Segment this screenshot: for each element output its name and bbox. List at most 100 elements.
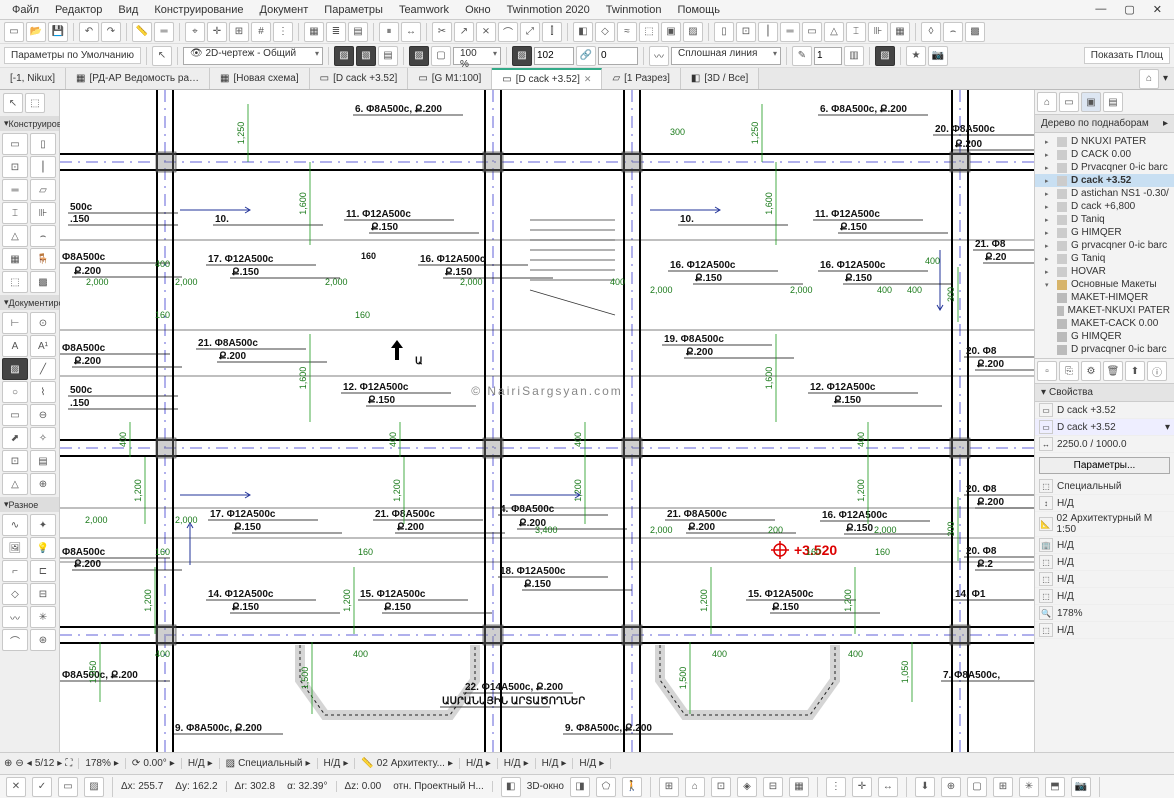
snap3-icon[interactable]: ⊞ [229, 22, 249, 42]
hatch2-icon[interactable]: ▧ [356, 46, 376, 66]
menu-twinmotion[interactable]: Twinmotion [598, 2, 670, 18]
tree-folder[interactable]: ▾Основные Макеты [1035, 278, 1174, 291]
sb-nd5[interactable]: Н/Д [542, 758, 559, 769]
tab-3d[interactable]: ◧[3D / Все] [681, 68, 759, 89]
tset-icon[interactable]: ⚙ [1081, 361, 1101, 381]
tcopy-icon[interactable]: ⎘ [1059, 361, 1079, 381]
radial-tool-icon[interactable]: ⊛ [30, 629, 56, 651]
tdel-icon[interactable]: 🗑 [1103, 361, 1123, 381]
open-icon[interactable]: 📂 [26, 22, 46, 42]
close-icon[interactable]: ✕ [1145, 1, 1170, 18]
sb-nd2[interactable]: Н/Д [324, 758, 341, 769]
tree-subitem[interactable]: G HIMQER [1035, 330, 1174, 343]
page-prev-icon[interactable]: ◂ [27, 758, 32, 769]
section-more[interactable]: ▾Разное [0, 497, 59, 512]
prop-row[interactable]: ⬚Специальный [1035, 478, 1174, 495]
slab-tool-icon[interactable]: ▱ [30, 179, 56, 201]
section-design[interactable]: ▾Конструиров [0, 116, 59, 131]
window-icon[interactable]: ⊡ [736, 22, 756, 42]
fillet-icon[interactable]: ⌒ [498, 22, 518, 42]
tab-gm1[interactable]: ▭[G M1:100] [408, 68, 492, 89]
cb-i5-icon[interactable]: ⊟ [763, 777, 783, 797]
opacity-combo[interactable]: 100 % [453, 47, 501, 65]
nav-home-icon[interactable]: ⌂ [1139, 69, 1159, 89]
fill-tool-icon[interactable]: ▨ [2, 358, 28, 380]
freeform-tool-icon[interactable]: 〰 [2, 606, 28, 628]
corner-tool-icon[interactable]: ⌐ [2, 560, 28, 582]
hatch3-icon[interactable]: ▤ [378, 46, 398, 66]
sb-nd4[interactable]: Н/Д [504, 758, 521, 769]
tree-item[interactable]: ▸D Prvacqner 0-ic barc [1035, 161, 1174, 174]
object-tool-icon[interactable]: 🪑 [30, 248, 56, 270]
zone-tool-icon[interactable]: ⬚ [2, 271, 28, 293]
section-document[interactable]: ▾Документиро [0, 295, 59, 310]
prop-row[interactable]: 🔍178% [1035, 605, 1174, 622]
tree-item[interactable]: ▸D astichan NS1 -0.30/ [1035, 187, 1174, 200]
tab-razrez[interactable]: ▱[1 Разрез] [602, 68, 680, 89]
hotspot-tool-icon[interactable]: ✦ [30, 514, 56, 536]
arrow-sel-icon[interactable]: ↖ [152, 46, 172, 66]
pen-input[interactable] [814, 47, 842, 65]
menu-edit[interactable]: Редактор [47, 2, 110, 18]
tree-subitem[interactable]: D prvacqner 0-ic barc [1035, 343, 1174, 356]
circle-tool-icon[interactable]: ○ [2, 381, 28, 403]
cut-icon[interactable]: ✂ [432, 22, 452, 42]
label-tool-icon[interactable]: A¹ [30, 335, 56, 357]
nav-pub-icon[interactable]: ▤ [1103, 92, 1123, 112]
sb-special[interactable]: Специальный [238, 758, 302, 769]
detail-tool-icon[interactable]: ⊡ [2, 450, 28, 472]
divide-icon[interactable]: ≈ [617, 22, 637, 42]
roof-tool-icon[interactable]: △ [2, 225, 28, 247]
lock-icon[interactable]: 🔗 [576, 46, 596, 66]
tab-novaya[interactable]: ▦[Новая схема] [210, 68, 310, 89]
ie-tool-icon[interactable]: ✧ [30, 427, 56, 449]
prop-row[interactable]: 🏢Н/Д [1035, 537, 1174, 554]
menu-twinmotion2020[interactable]: Twinmotion 2020 [499, 2, 598, 18]
door-tool-icon[interactable]: ▯ [30, 133, 56, 155]
drawing-canvas[interactable]: +3.520 Ա © NairiSargsyan.com 6. Φ8A500c,… [60, 90, 1034, 752]
cb-i6-icon[interactable]: ▦ [789, 777, 809, 797]
intersect-icon[interactable]: ⨯ [476, 22, 496, 42]
solid2-icon[interactable]: ▨ [683, 22, 703, 42]
change-tool-icon[interactable]: △ [2, 473, 28, 495]
parameters-button[interactable]: Параметры... [1039, 457, 1170, 474]
figure-tool-icon[interactable]: 🖼 [2, 537, 28, 559]
maximize-icon[interactable]: ▢ [1116, 1, 1142, 18]
section-tool-icon[interactable]: ⊖ [30, 404, 56, 426]
arc-tool-icon[interactable]: ⌒ [2, 629, 28, 651]
nav-proj-icon[interactable]: ⌂ [1037, 92, 1057, 112]
menu-help[interactable]: Помощь [669, 2, 728, 18]
door-icon[interactable]: ▯ [714, 22, 734, 42]
menu-document[interactable]: Документ [252, 2, 317, 18]
prop-row[interactable]: 📐02 Архитектурный M 1:50 [1035, 512, 1174, 537]
prop-row[interactable]: ⬚Н/Д [1035, 571, 1174, 588]
nav-chevron-icon[interactable]: ▾ [1163, 73, 1168, 84]
mesh-tool-icon[interactable]: ▩ [30, 271, 56, 293]
swatch2-icon[interactable]: ▨ [875, 46, 895, 66]
status-zoom[interactable]: 178% [85, 758, 111, 769]
cube-icon[interactable]: ◧ [573, 22, 593, 42]
roof-icon[interactable]: △ [824, 22, 844, 42]
sb-nd1[interactable]: Н/Д [188, 758, 205, 769]
measure-icon[interactable]: 📏 [132, 22, 152, 42]
hatch1-icon[interactable]: ▨ [334, 46, 354, 66]
wall-tool-icon[interactable]: ▭ [2, 133, 28, 155]
stair-tool-icon[interactable]: ⌶ [2, 202, 28, 224]
prop-row[interactable]: ⬚Н/Д [1035, 622, 1174, 639]
tinfo-icon[interactable]: ⓘ [1147, 361, 1167, 381]
shell-tool-icon[interactable]: ⌢ [30, 225, 56, 247]
fill-icon[interactable]: ▢ [431, 46, 451, 66]
tree-item[interactable]: ▸G Taniq [1035, 252, 1174, 265]
beam-icon[interactable]: ═ [780, 22, 800, 42]
nav-layout-icon[interactable]: ▣ [1081, 92, 1101, 112]
zoom-out-icon[interactable]: ⊖ [15, 758, 23, 769]
rail-tool-icon[interactable]: ⊪ [30, 202, 56, 224]
tree-item[interactable]: ▸D cack +3.52 [1035, 174, 1174, 187]
tree-item[interactable]: ▸HOVAR [1035, 265, 1174, 278]
resize-icon[interactable]: ⤢ [520, 22, 540, 42]
zoom-toggle-icon[interactable]: ⊕ [4, 758, 12, 769]
dimension-tool-icon[interactable]: ⊢ [2, 312, 28, 334]
column-tool-icon[interactable]: ⎮ [30, 156, 56, 178]
linetype-icon[interactable]: 〰 [649, 46, 669, 66]
swatch-icon[interactable]: ▥ [844, 46, 864, 66]
